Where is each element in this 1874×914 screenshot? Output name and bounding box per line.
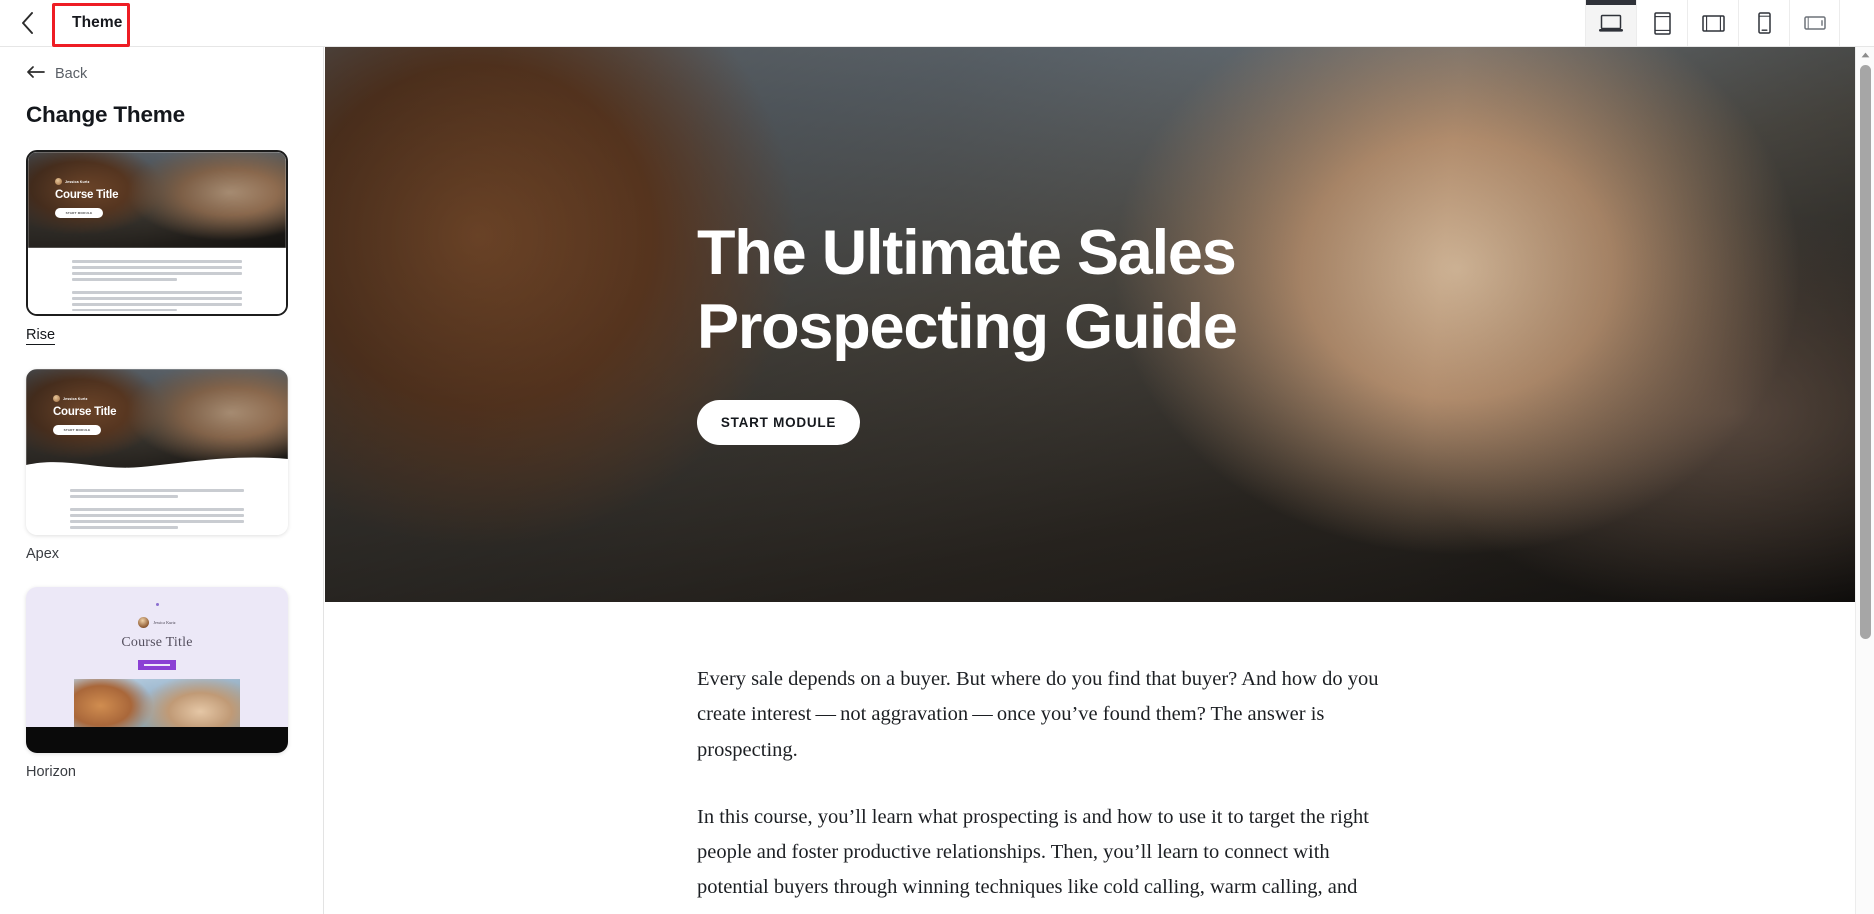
thumbnail-author: Jessica Kurtz	[53, 395, 116, 402]
scroll-up-arrow-icon[interactable]	[1856, 47, 1874, 63]
theme-option-apex[interactable]: Jessica Kurtz Course Title START MODULE	[26, 369, 288, 563]
thumbnail-author: Jessica Kurtz	[26, 617, 288, 628]
theme-thumbnail-apex[interactable]: Jessica Kurtz Course Title START MODULE	[26, 369, 288, 535]
text-line	[72, 302, 242, 306]
thumbnail-author-name: Jessica Kurtz	[153, 620, 176, 625]
panel-title-wrap: Theme	[54, 0, 140, 46]
device-button-desktop[interactable]	[1585, 0, 1636, 46]
theme-sidebar: Back Change Theme Jessica Kurtz Course T…	[0, 47, 324, 914]
thumbnail-start-button-label: START MODULE	[65, 210, 93, 215]
course-title: The Ultimate Sales Prospecting Guide	[697, 218, 1238, 362]
text-line	[72, 260, 242, 263]
avatar	[53, 395, 60, 402]
theme-label-horizon[interactable]: Horizon	[26, 764, 76, 780]
thumbnail-author-name: Jessica Kurtz	[65, 179, 90, 184]
thumbnail-hero-content: Jessica Kurtz Course Title START MODULE	[55, 178, 119, 218]
thumbnail-author-name: Jessica Kurtz	[63, 396, 88, 401]
theme-thumbnail-rise[interactable]: Jessica Kurtz Course Title START MODULE	[26, 150, 288, 316]
chevron-left-icon[interactable]	[0, 0, 54, 46]
page-title: Theme	[72, 14, 123, 31]
paragraph-2: In this course, you’ll learn what prospe…	[697, 805, 1369, 914]
panel-heading: Change Theme	[26, 102, 185, 127]
thumbnail-author: Jessica Kurtz	[55, 178, 118, 185]
text-line	[72, 308, 178, 312]
text-line	[72, 296, 242, 300]
theme-list: Jessica Kurtz Course Title START MODULE	[0, 150, 323, 781]
text-line	[70, 525, 178, 529]
device-button-tablet-landscape[interactable]	[1687, 0, 1738, 46]
thumbnail-start-button	[138, 660, 176, 670]
theme-editor-window: Theme Back Change Theme Jessica Kurtz Co…	[0, 0, 1874, 914]
thumbnail-course-title: Course Title	[121, 635, 193, 650]
thumbnail-canvas: Jessica Kurtz Course Title	[26, 587, 288, 753]
thumbnail-hero-content: Jessica Kurtz Course Title START MODULE	[53, 395, 117, 435]
text-line	[72, 290, 242, 294]
text-line	[70, 513, 244, 517]
device-button-phone-landscape[interactable]	[1789, 0, 1840, 46]
device-button-tablet-portrait[interactable]	[1636, 0, 1687, 46]
thumbnail-body	[28, 248, 286, 312]
theme-option-horizon[interactable]: Jessica Kurtz Course Title Horizon	[26, 587, 288, 781]
text-line	[72, 265, 242, 269]
text-line	[70, 507, 244, 511]
thumbnail-course-title: Course Title	[55, 189, 119, 201]
thumbnail-start-button: START MODULE	[55, 207, 103, 218]
theme-label-apex[interactable]: Apex	[26, 546, 59, 562]
thumbnail-canvas: Jessica Kurtz Course Title START MODULE	[28, 152, 286, 314]
arrow-left-icon	[26, 65, 45, 83]
theme-label-rise[interactable]: Rise	[26, 327, 56, 345]
text-line	[70, 494, 178, 498]
vertical-scrollbar[interactable]	[1855, 47, 1874, 914]
decoration-dot-icon	[155, 603, 159, 606]
back-link-label: Back	[55, 66, 88, 82]
thumbnail-start-button: START MODULE	[53, 424, 101, 435]
theme-thumbnail-horizon[interactable]: Jessica Kurtz Course Title	[26, 587, 288, 753]
thumbnail-course-title: Course Title	[53, 406, 117, 418]
thumbnail-hero: Jessica Kurtz Course Title START MODULE	[28, 152, 286, 248]
avatar	[55, 178, 62, 185]
hero-content: The Ultimate Sales Prospecting Guide STA…	[697, 217, 1317, 446]
start-module-button[interactable]: START MODULE	[697, 400, 860, 446]
text-line	[72, 277, 178, 281]
avatar	[138, 617, 150, 628]
course-intro-text: Every sale depends on a buyer. But where…	[325, 602, 1385, 914]
paragraph-1: Every sale depends on a buyer. But where…	[697, 668, 1379, 761]
text-line	[72, 271, 242, 275]
device-preview-switcher	[1585, 0, 1840, 46]
thumbnail-start-button-label: START MODULE	[63, 427, 91, 432]
scrollbar-thumb[interactable]	[1860, 65, 1871, 639]
text-line	[70, 519, 244, 523]
thumbnail-body	[26, 473, 288, 529]
thumbnail-canvas: Jessica Kurtz Course Title START MODULE	[26, 369, 288, 535]
start-module-button-label: START MODULE	[720, 415, 837, 431]
wave-divider-icon	[26, 457, 288, 473]
course-preview-canvas: The Ultimate Sales Prospecting Guide STA…	[325, 47, 1855, 914]
theme-option-rise[interactable]: Jessica Kurtz Course Title START MODULE	[26, 150, 288, 345]
text-line	[70, 489, 244, 492]
device-button-phone-portrait[interactable]	[1738, 0, 1789, 46]
top-bar: Theme	[0, 0, 1874, 47]
thumbnail-hero: Jessica Kurtz Course Title START MODULE	[26, 369, 288, 473]
thumbnail-footer-bar	[26, 727, 288, 753]
course-hero: The Ultimate Sales Prospecting Guide STA…	[325, 47, 1855, 602]
back-link[interactable]: Back	[26, 65, 87, 83]
